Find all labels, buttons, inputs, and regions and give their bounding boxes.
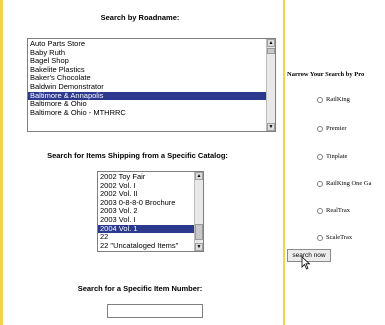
scroll-thumb[interactable] <box>267 48 275 54</box>
radio-button-icon[interactable] <box>317 153 323 160</box>
narrow-search-title: Narrow Your Search by Pro <box>287 71 365 78</box>
radio-option-scaletrax[interactable]: ScaleTrax <box>317 234 352 241</box>
radio-option-tinplate[interactable]: Tinplate <box>317 153 347 160</box>
scroll-down-arrow-icon[interactable]: ▼ <box>195 243 203 251</box>
narrow-search-panel: Narrow Your Search by Pro RailKing Premi… <box>287 0 385 325</box>
radio-button-icon[interactable] <box>317 125 323 132</box>
item-number-heading: Search for a Specific Item Number: <box>77 284 203 293</box>
radio-label: Premier <box>326 125 347 132</box>
item-number-input[interactable] <box>107 304 203 318</box>
scroll-up-arrow-icon[interactable]: ▲ <box>195 172 203 180</box>
radio-button-icon[interactable] <box>317 234 323 241</box>
scroll-down-arrow-icon[interactable]: ▼ <box>267 123 275 131</box>
mouse-pointer-icon <box>301 256 311 270</box>
list-item[interactable]: Baltimore & Ohio - MTHRRC <box>28 108 266 118</box>
list-item[interactable]: 2004 Vol. 1 <box>98 224 194 234</box>
radio-label: RailKing One Ga <box>326 180 372 187</box>
radio-button-icon[interactable] <box>317 180 323 187</box>
radio-label: RailKing <box>326 96 350 103</box>
roadname-scrollbar[interactable]: ▲ ▼ <box>266 39 275 131</box>
scroll-thumb[interactable] <box>195 224 203 240</box>
radio-option-railking-one-gauge[interactable]: RailKing One Ga <box>317 180 372 187</box>
roadname-listbox[interactable]: Auto Parts Store Baby Ruth Bagel Shop Bakel… <box>27 38 276 132</box>
catalog-listbox[interactable]: 2002 Toy Fair 2002 Vol. I 2002 Vol. II 2003… <box>97 171 204 252</box>
radio-button-icon[interactable] <box>317 96 323 103</box>
scroll-up-arrow-icon[interactable]: ▲ <box>267 39 275 47</box>
radio-label: RealTrax <box>326 207 350 214</box>
radio-label: Tinplate <box>326 153 348 160</box>
list-item[interactable]: 22 "Uncataloged Items" <box>98 241 194 251</box>
radio-option-railking[interactable]: RailKing <box>317 96 350 103</box>
radio-option-realtrax[interactable]: RealTrax <box>317 207 350 214</box>
radio-button-icon[interactable] <box>317 207 323 214</box>
catalog-heading: Search for Items Shipping from a Specifi… <box>47 151 228 160</box>
radio-label: ScaleTrax <box>326 234 353 241</box>
catalog-scrollbar[interactable]: ▲ ▼ <box>194 172 203 251</box>
roadname-heading: Search by Roadname: <box>100 13 180 22</box>
radio-option-premier[interactable]: Premier <box>317 125 347 132</box>
search-form-column: Search by Roadname: Auto Parts Store Baby… <box>0 0 285 325</box>
